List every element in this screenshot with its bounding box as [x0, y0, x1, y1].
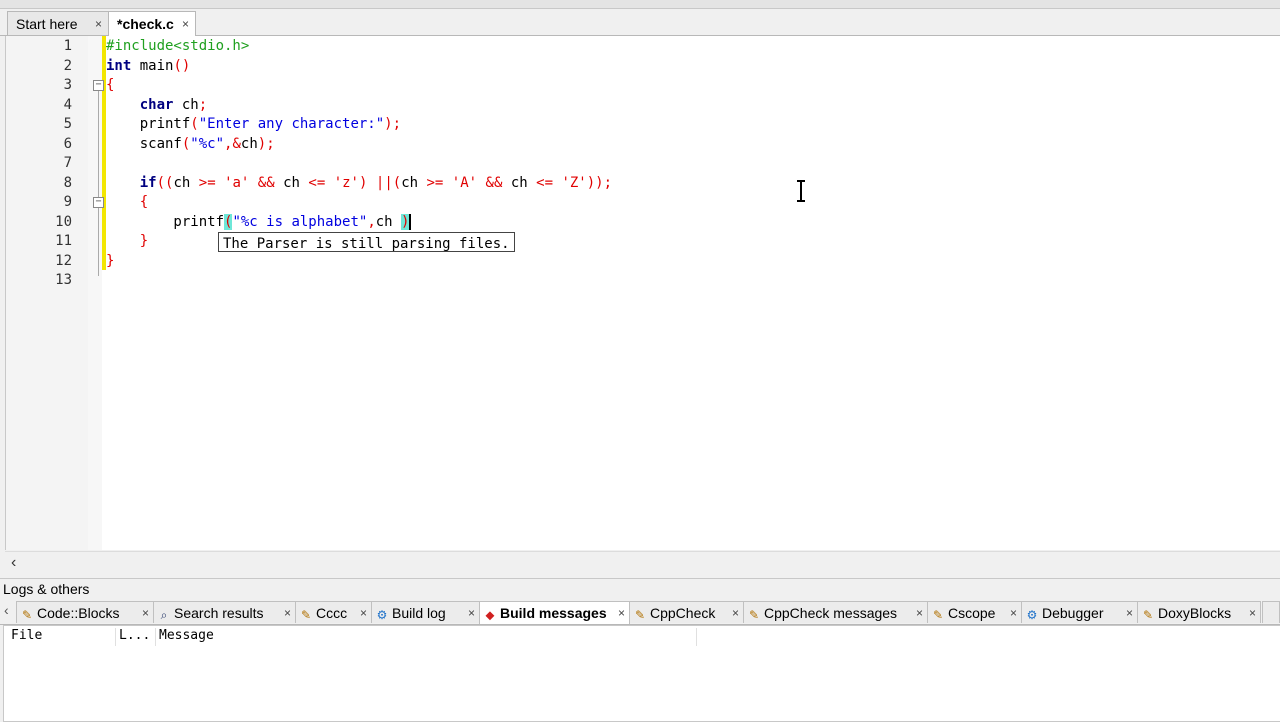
tab-label: *check.c — [117, 16, 174, 32]
close-icon[interactable]: × — [360, 602, 367, 624]
log-tab[interactable]: ⚙ Debugger × — [1021, 601, 1138, 623]
log-tab-label: Search results — [174, 605, 264, 621]
code-line[interactable]: printf("Enter any character:"); — [106, 115, 401, 135]
log-tab-label: Build log — [392, 605, 446, 621]
scroll-left-icon[interactable]: ‹ — [4, 602, 9, 618]
column-header-message[interactable]: Message — [159, 628, 214, 643]
editor-tab-bar: Start here × *check.c × — [0, 9, 1280, 36]
log-tab-label: Cccc — [316, 605, 348, 621]
log-tab-label: Code::Blocks — [37, 605, 120, 621]
line-number: 2 — [63, 57, 72, 74]
column-header-line[interactable]: L... — [119, 628, 150, 643]
fold-toggle-icon[interactable]: − — [93, 197, 104, 208]
close-icon[interactable]: × — [468, 602, 475, 624]
line-number: 6 — [63, 135, 72, 152]
log-tab[interactable]: ✎ DoxyBlocks × — [1137, 601, 1261, 623]
code-editor[interactable]: − − 1 2 3 4 5 6 7 8 9 10 11 12 13 #inclu… — [5, 36, 1280, 550]
gear-icon: ⚙ — [1026, 608, 1038, 622]
log-tab-label: CppCheck messages — [764, 605, 898, 621]
window-top-strip — [0, 0, 1280, 9]
pencil-icon: ✎ — [1142, 608, 1154, 622]
log-tab[interactable]: ✎ Code::Blocks × — [16, 601, 154, 623]
code-line[interactable]: char ch; — [106, 96, 207, 116]
build-messages-list[interactable]: File L... Message — [3, 625, 1280, 722]
close-icon[interactable]: × — [1010, 602, 1017, 624]
fold-guide — [98, 91, 99, 199]
pencil-icon: ✎ — [748, 608, 760, 622]
log-tab[interactable]: ✎ CppCheck messages × — [743, 601, 928, 623]
log-tab-label: Cscope — [948, 605, 996, 621]
overflow-tab-edge[interactable] — [1262, 601, 1280, 623]
code-line[interactable]: { — [106, 76, 114, 96]
close-icon[interactable]: × — [284, 602, 291, 624]
line-number: 11 — [55, 233, 72, 249]
scroll-left-icon[interactable]: ‹ — [11, 552, 16, 574]
line-number: 9 — [63, 194, 72, 210]
horizontal-scrollbar[interactable]: ‹ — [5, 551, 1280, 574]
line-number: 8 — [63, 174, 72, 191]
parser-tooltip: The Parser is still parsing files. — [218, 232, 515, 252]
line-number: 5 — [63, 116, 72, 132]
search-icon: ⌕ — [160, 608, 168, 622]
tab-start-here[interactable]: Start here × — [7, 11, 109, 35]
tab-check-c[interactable]: *check.c × — [108, 11, 196, 36]
line-number: 1 — [63, 38, 72, 54]
code-line[interactable]: int main() — [106, 57, 190, 77]
code-line[interactable]: scanf("%c",&ch); — [106, 135, 275, 155]
pencil-icon: ✎ — [634, 608, 646, 622]
fold-margin — [88, 36, 102, 550]
logs-panel-title: Logs & others — [0, 578, 1280, 599]
close-icon[interactable]: × — [618, 602, 625, 624]
column-divider[interactable] — [155, 628, 156, 646]
line-number: 10 — [55, 213, 72, 230]
close-icon[interactable]: × — [916, 602, 923, 624]
tab-label: Start here — [16, 16, 78, 32]
log-tab-label: CppCheck — [650, 605, 716, 621]
pin-icon: ⬥ — [485, 608, 495, 622]
text-cursor-icon — [797, 180, 805, 202]
code-line[interactable]: } — [106, 252, 114, 272]
log-tab[interactable]: ⚙ Build log × — [371, 601, 480, 623]
fold-guide — [98, 208, 99, 276]
line-number: 4 — [63, 96, 72, 113]
log-tab[interactable]: ✎ Cscope × — [927, 601, 1022, 623]
fold-toggle-icon[interactable]: − — [93, 80, 104, 91]
log-tab[interactable]: ⌕ Search results × — [153, 601, 296, 623]
close-icon[interactable]: × — [1126, 602, 1133, 624]
log-tab-label: Debugger — [1042, 605, 1104, 621]
close-icon[interactable]: × — [95, 12, 102, 36]
log-tab-label: Build messages — [500, 605, 607, 621]
logs-tab-bar: ‹ ✎ Code::Blocks × ⌕ Search results × ✎ Cccc × ⚙ B… — [0, 599, 1280, 625]
code-line[interactable]: #include<stdio.h> — [106, 37, 249, 57]
pencil-icon: ✎ — [300, 608, 312, 622]
code-line[interactable]: { — [106, 193, 148, 213]
close-icon[interactable]: × — [1249, 602, 1256, 624]
log-tab[interactable]: ✎ CppCheck × — [629, 601, 744, 623]
code-line[interactable]: if((ch >= 'a' && ch <= 'z') ||(ch >= 'A'… — [106, 174, 612, 194]
pencil-icon: ✎ — [932, 608, 944, 622]
log-tab[interactable]: ⬥ Build messages × — [479, 601, 630, 624]
line-number: 13 — [55, 272, 72, 288]
close-icon[interactable]: × — [142, 602, 149, 624]
line-number: 12 — [55, 252, 72, 269]
close-icon[interactable]: × — [182, 12, 189, 36]
log-tab-label: DoxyBlocks — [1158, 605, 1232, 621]
line-number: 3 — [63, 77, 72, 93]
column-divider[interactable] — [115, 628, 116, 646]
column-divider[interactable] — [696, 628, 697, 646]
gear-icon: ⚙ — [376, 608, 388, 622]
column-header-file[interactable]: File — [11, 628, 42, 643]
code-line[interactable]: } — [106, 232, 148, 252]
pencil-icon: ✎ — [21, 608, 33, 622]
log-tab[interactable]: ✎ Cccc × — [295, 601, 372, 623]
close-icon[interactable]: × — [732, 602, 739, 624]
line-number: 7 — [63, 155, 72, 171]
code-line[interactable]: printf("%c is alphabet",ch ) — [106, 213, 412, 233]
